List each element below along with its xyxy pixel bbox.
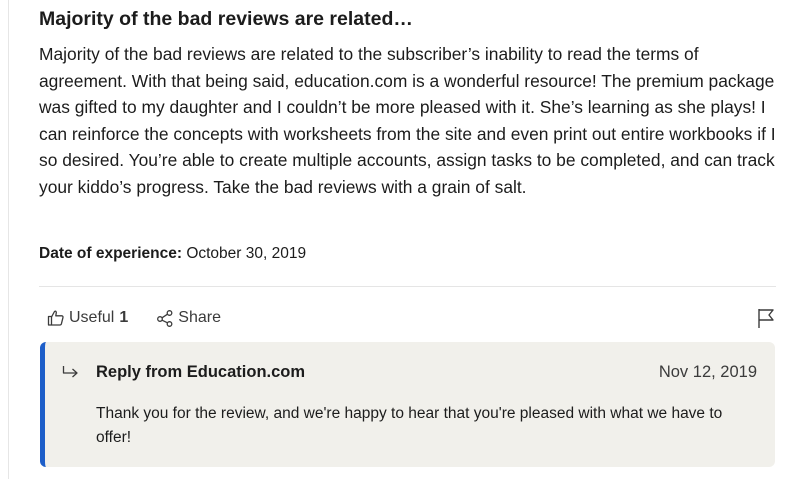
reply-date: Nov 12, 2019 [658, 363, 757, 381]
date-label: Date of experience: [39, 245, 182, 262]
thumbs-up-icon [47, 309, 69, 327]
share-button[interactable]: Share [156, 309, 221, 327]
reply-arrow-icon [62, 364, 82, 385]
share-label: Share [178, 309, 221, 326]
date-value: October 30, 2019 [186, 245, 307, 262]
report-flag-button[interactable] [757, 307, 775, 334]
divider [39, 286, 776, 287]
reply-title: Reply from Education.com [96, 363, 306, 381]
left-border [8, 0, 9, 479]
flag-icon [757, 309, 775, 333]
review-title: Majority of the bad reviews are related… [39, 8, 413, 30]
company-reply: Reply from Education.com Nov 12, 2019 Th… [40, 342, 775, 467]
review-actions: Useful 1 Share [47, 306, 249, 330]
useful-count: 1 [119, 309, 129, 326]
review-body: Majority of the bad reviews are related … [39, 44, 776, 197]
useful-label: Useful [69, 309, 115, 326]
date-of-experience: Date of experience: October 30, 2019 [39, 245, 306, 263]
reply-text: Thank you for the review, and we're happ… [96, 405, 723, 446]
useful-button[interactable]: Useful 1 [47, 309, 128, 327]
share-icon [156, 309, 178, 327]
